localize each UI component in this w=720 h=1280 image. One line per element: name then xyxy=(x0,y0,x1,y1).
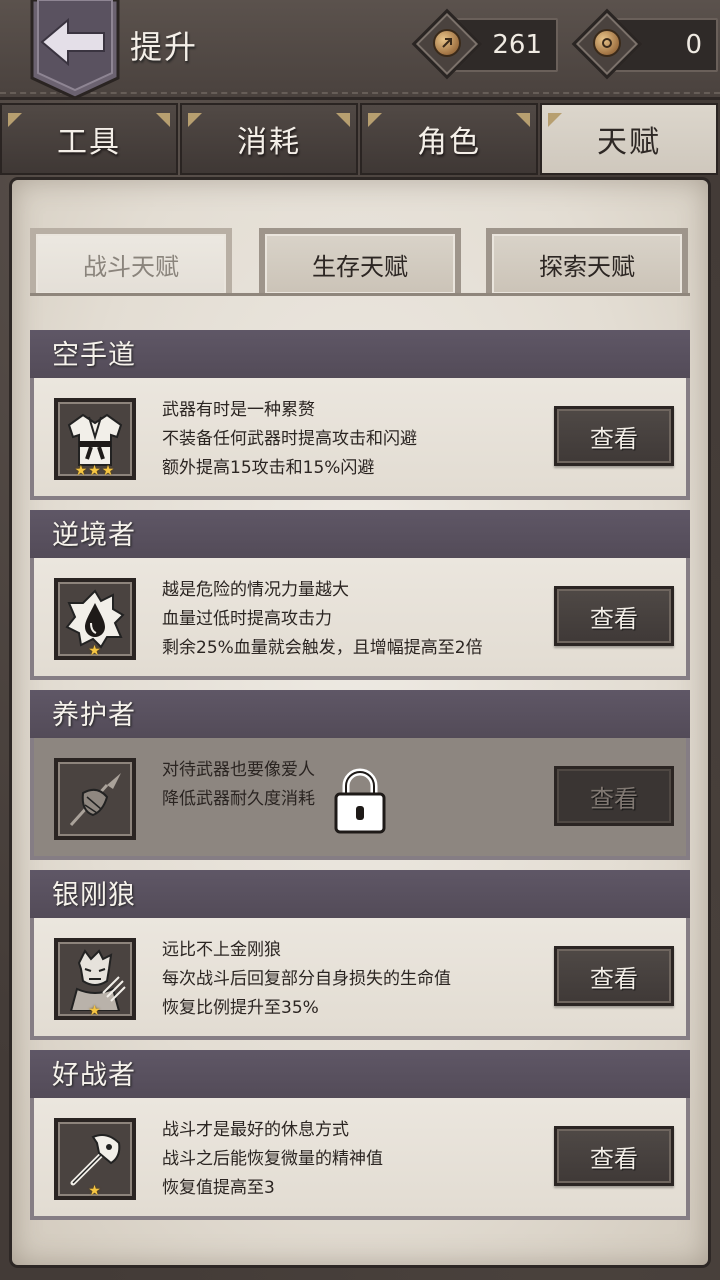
talent-name: 好战者 xyxy=(30,1050,690,1102)
talent-name: 养护者 xyxy=(30,690,690,742)
tab-label: 工具 xyxy=(57,125,121,160)
description-line: 战斗之后能恢复微量的精神值 xyxy=(162,1149,383,1169)
subtab-survival[interactable]: 生存天赋 xyxy=(259,228,461,294)
description-line: 越是危险的情况力量越大 xyxy=(162,580,349,600)
corner-ornament xyxy=(336,113,350,127)
currency-b: 0 xyxy=(571,8,720,80)
corner-ornament xyxy=(516,113,530,127)
view-button[interactable]: 查看 xyxy=(554,946,674,1006)
star-rating: ★ xyxy=(88,1183,102,1199)
subtab-label: 生存天赋 xyxy=(312,252,408,281)
blood-drop-icon: ★ xyxy=(54,578,136,660)
corner-ornament xyxy=(188,113,202,127)
talent-card: 好战者 ★ 战斗才是最好的休息方式 战斗之后能恢复微量的精神值 恢复值提高至3 … xyxy=(30,1050,690,1220)
talent-name: 空手道 xyxy=(30,330,690,382)
description-line: 每次战斗后回复部分自身损失的生命值 xyxy=(162,969,451,989)
talent-body: ★ 战斗才是最好的休息方式 战斗之后能恢复微量的精神值 恢复值提高至3 查看 xyxy=(30,1098,690,1220)
karate-gi-icon: ★★★ xyxy=(54,398,136,480)
tab-label: 消耗 xyxy=(237,125,301,160)
wrapped-spear-icon xyxy=(54,758,136,840)
talent-description: 武器有时是一种累赘 不装备任何武器时提高攻击和闪避 额外提高15攻击和15%闪避 xyxy=(162,396,552,483)
talent-description: 战斗才是最好的休息方式 战斗之后能恢复微量的精神值 恢复值提高至3 xyxy=(162,1116,552,1203)
tab-label: 天赋 xyxy=(597,125,661,160)
description-line: 血量过低时提高攻击力 xyxy=(162,609,332,629)
description-line: 剩余25%血量就会触发，且增幅提高至2倍 xyxy=(162,638,483,658)
back-button[interactable] xyxy=(28,0,122,100)
subtab-exploration[interactable]: 探索天赋 xyxy=(486,228,688,294)
description-line: 不装备任何武器时提高攻击和闪避 xyxy=(162,429,417,449)
description-line: 远比不上金刚狼 xyxy=(162,940,281,960)
subtab-label: 探索天赋 xyxy=(539,252,635,281)
talent-card: 银刚狼 ★ 远比不上金刚狼 每次战斗后回复部分自身损失的生命值 恢复比例提升至3… xyxy=(30,870,690,1040)
category-tabs: 工具 消耗 角色 天赋 xyxy=(0,103,720,175)
wolverine-icon: ★ xyxy=(54,938,136,1020)
description-line: 额外提高15攻击和15%闪避 xyxy=(162,458,375,478)
view-button[interactable]: 查看 xyxy=(554,766,674,826)
star-rating: ★ xyxy=(88,1003,102,1019)
tab-character[interactable]: 角色 xyxy=(360,103,538,175)
description-line: 武器有时是一种累赘 xyxy=(162,400,315,420)
coin-icon xyxy=(593,29,621,57)
tab-tools[interactable]: 工具 xyxy=(0,103,178,175)
talent-description: 越是危险的情况力量越大 血量过低时提高攻击力 剩余25%血量就会触发，且增幅提高… xyxy=(162,576,552,663)
coin-icon xyxy=(433,29,461,57)
corner-ornament xyxy=(368,113,382,127)
talent-card: 空手道 ★★★ 武器有时是一种累赘 不装备任何武器时提高攻击和闪避 额外提高15… xyxy=(30,330,690,500)
talent-description: 远比不上金刚狼 每次战斗后回复部分自身损失的生命值 恢复比例提升至35% xyxy=(162,936,552,1023)
subtab-label: 战斗天赋 xyxy=(83,252,179,281)
lock-icon xyxy=(334,768,386,834)
axe-icon: ★ xyxy=(54,1118,136,1200)
talent-card: 逆境者 ★ 越是危险的情况力量越大 血量过低时提高攻击力 剩余25%血量就会触发… xyxy=(30,510,690,680)
tab-label: 角色 xyxy=(417,125,481,160)
corner-ornament xyxy=(8,113,22,127)
talent-body: ★ 越是危险的情况力量越大 血量过低时提高攻击力 剩余25%血量就会触发，且增幅… xyxy=(30,558,690,680)
star-rating: ★★★ xyxy=(74,463,116,479)
talent-subtabs: 战斗天赋 生存天赋 探索天赋 xyxy=(30,228,690,296)
page-title: 提升 xyxy=(130,28,199,66)
view-button[interactable]: 查看 xyxy=(554,586,674,646)
star-rating: ★ xyxy=(88,643,102,659)
talent-body: ★★★ 武器有时是一种累赘 不装备任何武器时提高攻击和闪避 额外提高15攻击和1… xyxy=(30,378,690,500)
description-line: 恢复比例提升至35% xyxy=(162,998,319,1018)
corner-ornament xyxy=(156,113,170,127)
talent-name: 银刚狼 xyxy=(30,870,690,922)
tab-talents[interactable]: 天赋 xyxy=(540,103,718,175)
description-line: 恢复值提高至3 xyxy=(162,1178,275,1198)
subtab-underline xyxy=(30,293,690,296)
view-button[interactable]: 查看 xyxy=(554,1126,674,1186)
currency-a: 261 xyxy=(411,8,560,80)
view-button[interactable]: 查看 xyxy=(554,406,674,466)
tab-consumables[interactable]: 消耗 xyxy=(180,103,358,175)
subtab-combat[interactable]: 战斗天赋 xyxy=(30,228,232,294)
talent-name: 逆境者 xyxy=(30,510,690,562)
description-line: 战斗才是最好的休息方式 xyxy=(162,1120,349,1140)
corner-ornament xyxy=(548,113,562,127)
talent-body: ★ 远比不上金刚狼 每次战斗后回复部分自身损失的生命值 恢复比例提升至35% 查… xyxy=(30,918,690,1040)
